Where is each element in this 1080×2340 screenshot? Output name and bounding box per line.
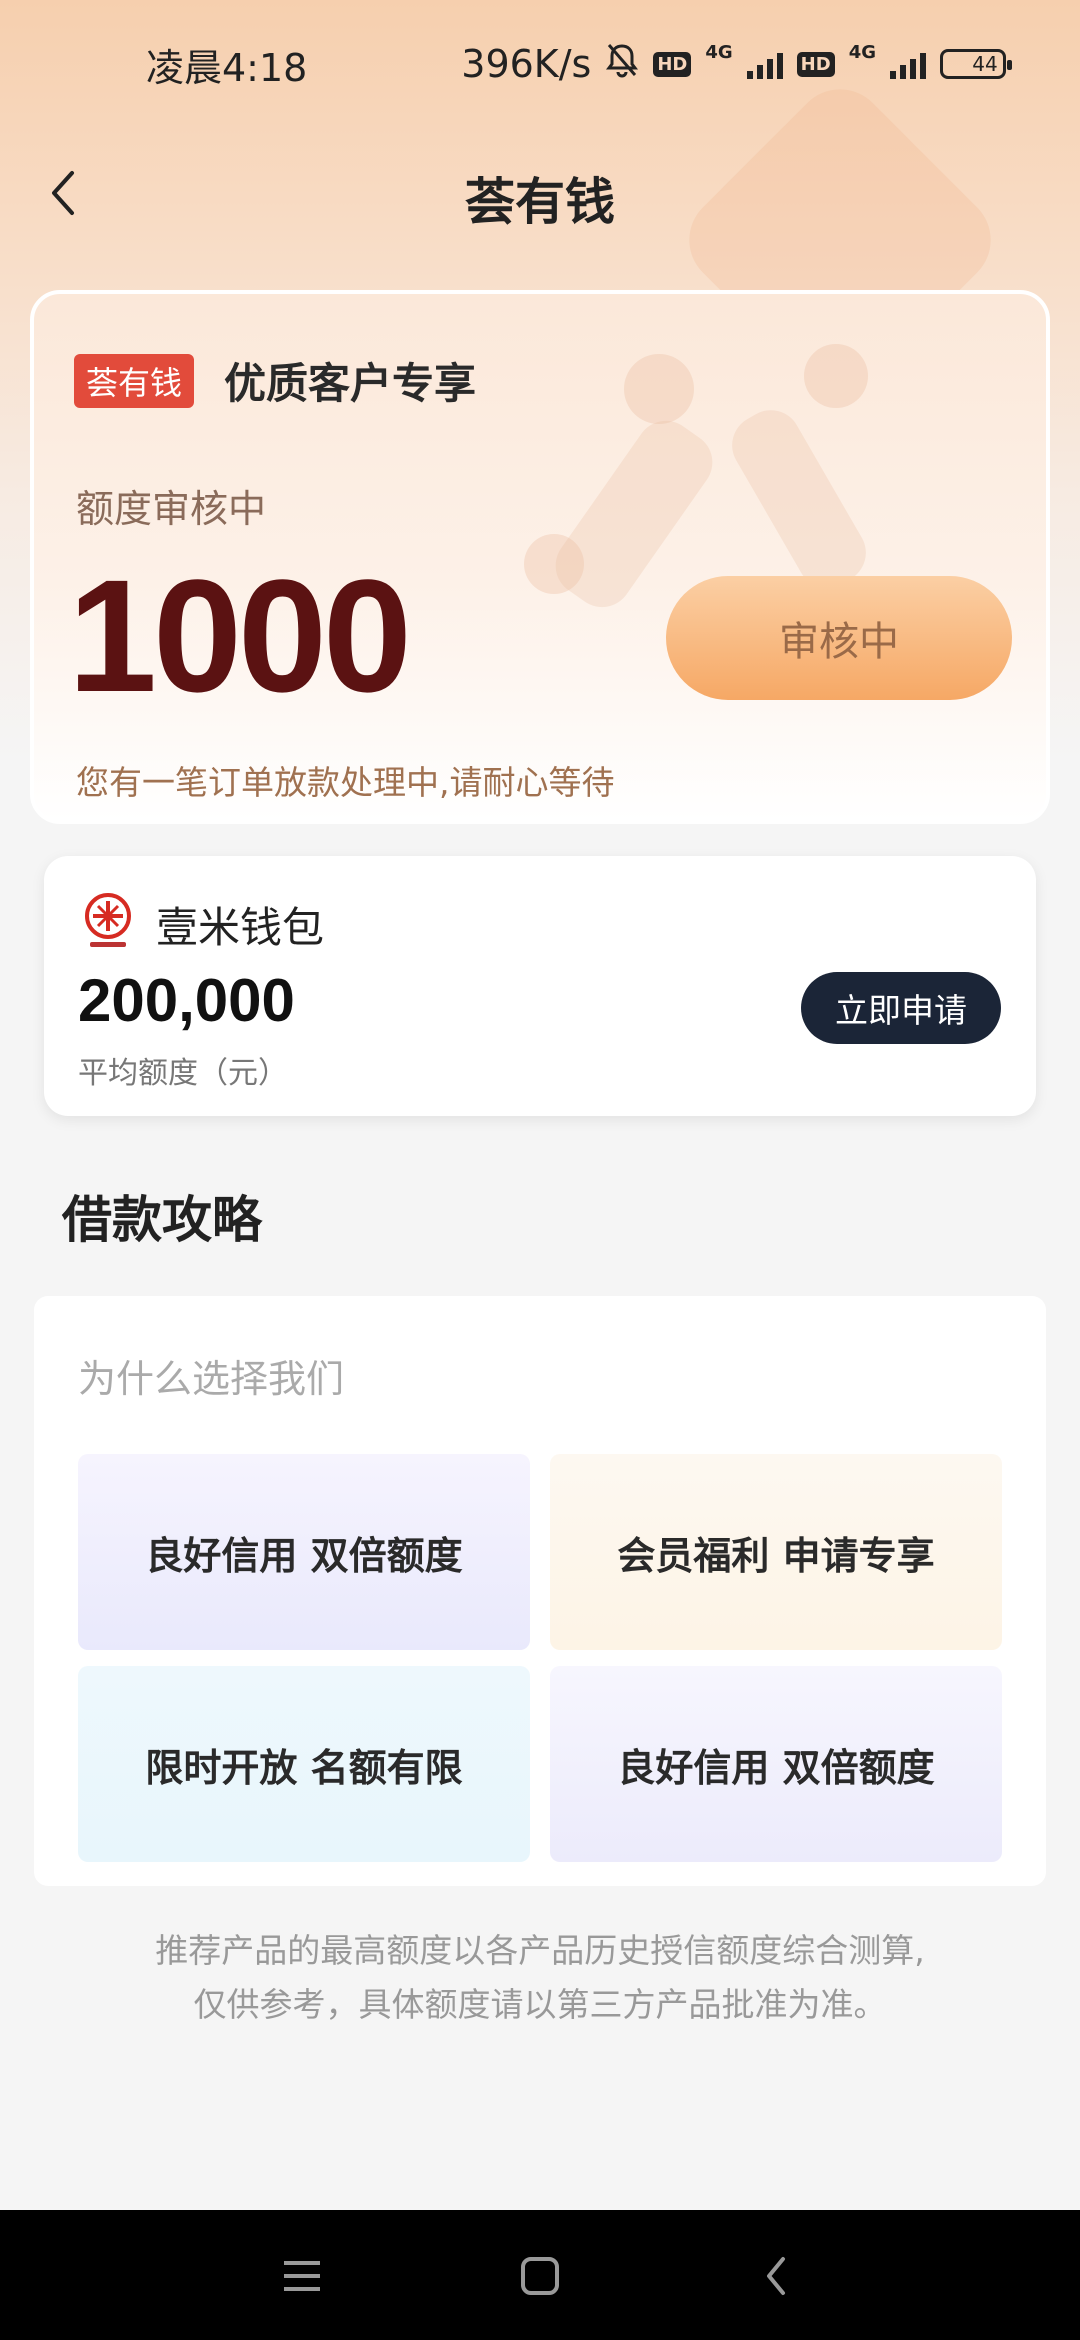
- guide-panel: 为什么选择我们 良好信用 双倍额度 会员福利 申请专享 限时开放 名额有限 良好…: [34, 1296, 1046, 1886]
- loan-notice: 您有一笔订单放款处理中,请耐心等待: [76, 763, 615, 802]
- brand-badge: 荟有钱: [74, 354, 195, 408]
- battery-icon: 44: [940, 49, 1012, 79]
- status-icons: 396K/s HD 4G HD 4G 44: [461, 41, 1012, 87]
- disclaimer-line-1: 推荐产品的最高额度以各产品历史授信额度综合测算,: [155, 1931, 925, 1970]
- network-4g-label-1: 4G: [705, 41, 733, 63]
- page-title: 荟有钱: [465, 173, 615, 231]
- network-4g-label-2: 4G: [848, 41, 876, 63]
- battery-level: 44: [972, 52, 998, 76]
- section-title: 借款攻略: [62, 1191, 262, 1249]
- home-square-icon: [521, 2257, 559, 2295]
- system-back-button[interactable]: [746, 2246, 806, 2306]
- guide-tile[interactable]: 会员福利 申请专享: [550, 1454, 1002, 1650]
- credit-status-label: 额度审核中: [76, 487, 267, 531]
- guide-subtitle: 为什么选择我们: [78, 1357, 345, 1401]
- back-icon: [767, 2257, 785, 2295]
- credit-status-card: 荟有钱 优质客户专享 额度审核中 1000 审核中 您有一笔订单放款处理中,请耐…: [30, 290, 1050, 824]
- navigation-bar: 荟有钱: [0, 140, 1080, 250]
- card-subtitle: 优质客户专享: [224, 359, 477, 408]
- credit-amount: 1000: [68, 546, 412, 725]
- signal-icon-1: [746, 49, 783, 79]
- home-button[interactable]: [510, 2246, 570, 2306]
- menu-icon: [284, 2261, 320, 2291]
- guide-tile[interactable]: 良好信用 双倍额度: [78, 1454, 530, 1650]
- disclaimer-line-2: 仅供参考，具体额度请以第三方产品批准为准。: [193, 1985, 887, 2024]
- disclaimer: 推荐产品的最高额度以各产品历史授信额度综合测算, 仅供参考，具体额度请以第三方产…: [80, 1924, 1000, 2032]
- menu-button[interactable]: [272, 2246, 332, 2306]
- bell-off-icon: [605, 42, 639, 87]
- apply-now-button[interactable]: 立即申请: [801, 972, 1001, 1044]
- guide-tile[interactable]: 良好信用 双倍额度: [550, 1666, 1002, 1862]
- status-time: 凌晨4:18: [146, 45, 308, 90]
- product-amount: 200,000: [78, 967, 295, 1034]
- decorative-shape: [721, 399, 877, 599]
- product-name: 壹米钱包: [156, 903, 325, 952]
- review-status-button[interactable]: 审核中: [666, 576, 1012, 700]
- guide-tile[interactable]: 限时开放 名额有限: [78, 1666, 530, 1862]
- product-card[interactable]: 壹米钱包 200,000 平均额度（元） 立即申请: [44, 856, 1036, 1116]
- hd-badge-1: HD: [653, 51, 692, 77]
- product-amount-label: 平均额度（元）: [78, 1056, 288, 1091]
- hd-badge-2: HD: [796, 51, 835, 77]
- status-bar: 凌晨4:18 396K/s HD 4G HD 4G 44: [0, 0, 1080, 128]
- yimi-wallet-logo-icon: [82, 892, 134, 952]
- net-speed: 396K/s: [461, 42, 592, 86]
- decorative-bubble: [624, 354, 694, 424]
- decorative-bubble: [804, 344, 868, 408]
- signal-icon-2: [890, 49, 926, 79]
- system-navigation-bar: [0, 2210, 1080, 2340]
